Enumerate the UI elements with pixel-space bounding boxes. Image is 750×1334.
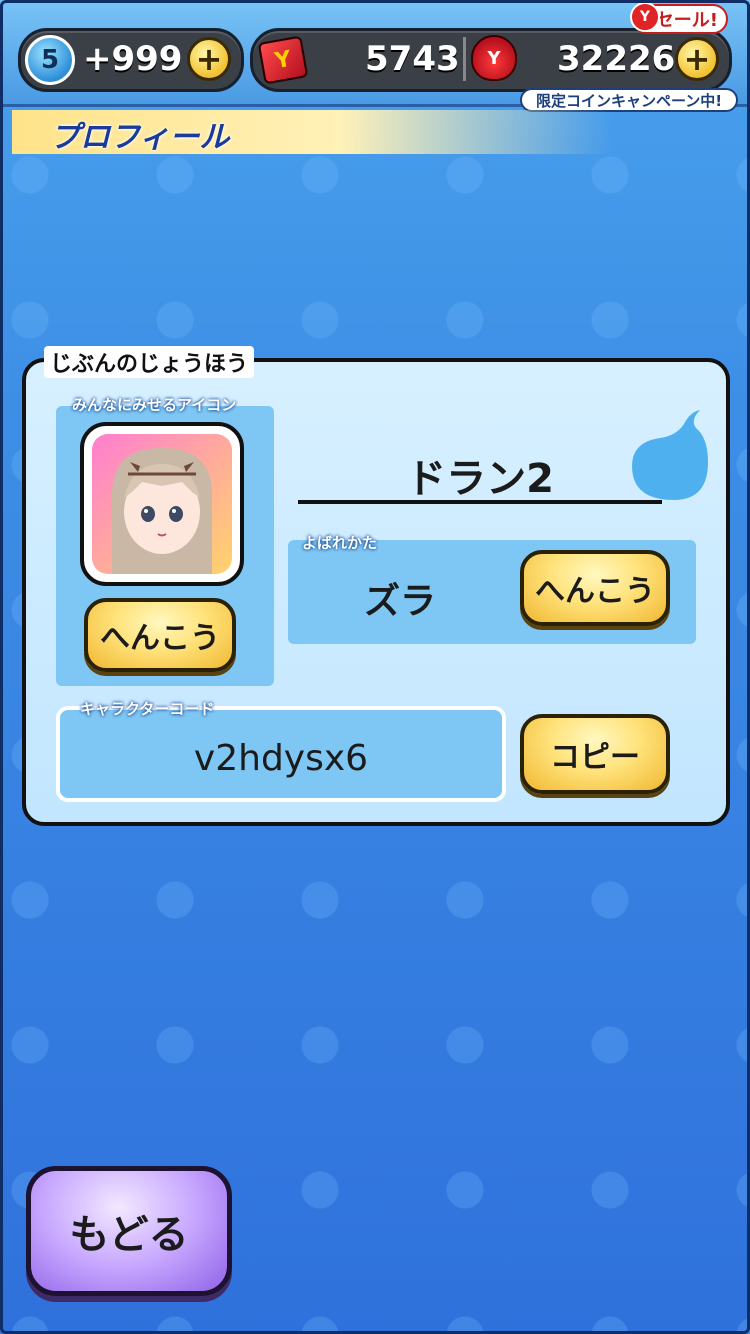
add-stamina-button[interactable]: + <box>187 37 231 81</box>
avatar-portrait-icon <box>112 448 212 574</box>
profile-section-label: じぶんのじょうほう <box>44 346 255 378</box>
avatar[interactable] <box>80 422 244 586</box>
nickname-value: ズラ <box>363 581 436 622</box>
level-badge: 5 <box>25 35 75 85</box>
campaign-banner-label: 限定コインキャンペーン中! <box>535 91 723 110</box>
player-name-underline <box>298 500 662 504</box>
character-code-label: キャラクターコード <box>80 700 215 718</box>
icon-section-label: みんなにみせるアイコン <box>72 396 237 414</box>
copy-code-button-label: コピー <box>550 740 640 775</box>
back-button[interactable]: もどる <box>26 1166 232 1296</box>
campaign-banner[interactable]: 限定コインキャンペーン中! <box>520 88 738 112</box>
stamina-pill: 5 +999 + <box>18 28 244 92</box>
level-number: 5 <box>40 45 60 75</box>
change-nickname-button[interactable]: へんこう <box>520 550 670 626</box>
sale-tag-label: セール! <box>655 10 718 31</box>
stamina-value: +999 <box>83 39 183 79</box>
sale-coin-icon: Y <box>630 2 660 32</box>
sale-tag[interactable]: Y セール! <box>630 2 728 34</box>
copy-code-button[interactable]: コピー <box>520 714 670 794</box>
currency-pill: Y 5743 Y 32226 + <box>250 28 732 92</box>
sale-coin-letter: Y <box>639 9 651 25</box>
avatar-image <box>92 434 232 574</box>
page-title: プロフィール <box>50 120 230 155</box>
back-button-label: もどる <box>69 1212 189 1258</box>
player-name: ドラン2 <box>406 456 554 502</box>
plus-icon: + <box>195 40 223 78</box>
ticket-icon: Y <box>257 35 309 85</box>
drop-mascot-icon <box>632 410 708 500</box>
ticket-icon-letter: Y <box>272 46 294 74</box>
nickname-label: よばれかた <box>302 534 378 552</box>
change-icon-button-label: へんこう <box>100 621 220 656</box>
change-nickname-button-label: へんこう <box>535 574 655 609</box>
character-code-value: v2hdysx6 <box>193 738 369 779</box>
coin-purse-icon: Y <box>471 35 517 81</box>
ticket-count: 5743 <box>365 39 460 79</box>
currency-divider <box>463 37 466 81</box>
coin-icon-letter: Y <box>487 47 501 69</box>
plus-icon: + <box>683 40 711 78</box>
coin-count: 32226 <box>557 39 676 79</box>
add-coins-button[interactable]: + <box>675 37 719 81</box>
change-icon-button[interactable]: へんこう <box>84 598 236 672</box>
